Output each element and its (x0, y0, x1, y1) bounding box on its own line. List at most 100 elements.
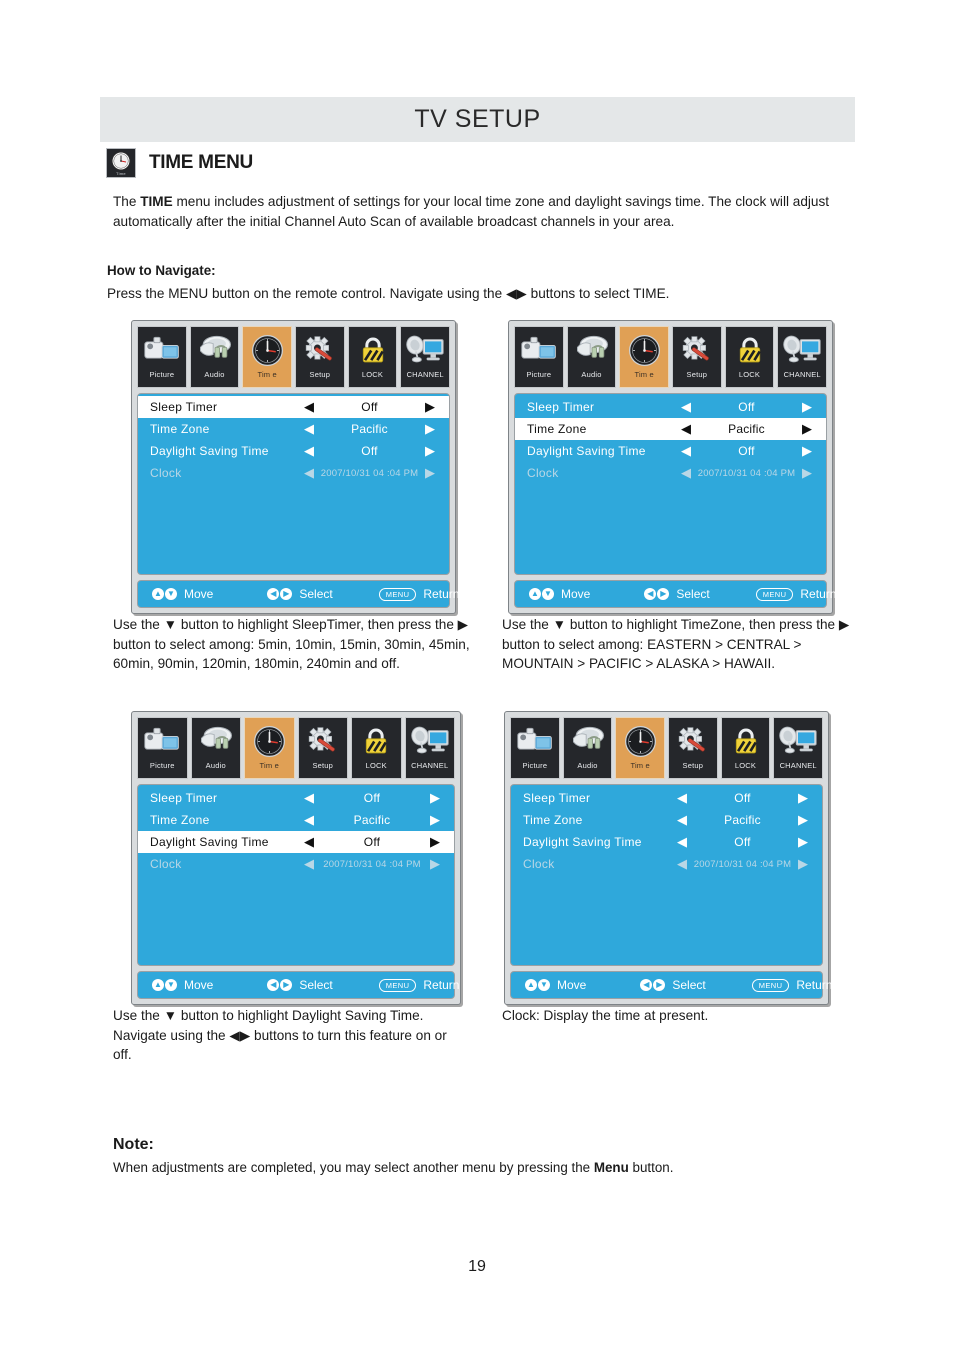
updown-arrows-icon: ▲ ▼ (152, 979, 177, 991)
osd-row[interactable]: Sleep Timer ◀ Off ▶ (138, 787, 454, 809)
arrow-left-icon[interactable]: ◀ (673, 790, 691, 806)
footer-move-group[interactable]: ▲ ▼ Move (152, 587, 213, 601)
arrow-left-icon[interactable]: ◀ (300, 790, 318, 806)
osd-row[interactable]: Sleep Timer ◀ Off ▶ (511, 787, 822, 809)
arrow-left-icon[interactable]: ◀ (300, 834, 318, 850)
arrow-right-icon[interactable]: ▶ (421, 421, 439, 437)
osd-tab-setup-gear-icon[interactable]: Setup (668, 717, 718, 779)
osd-tab-label: Picture (522, 761, 548, 770)
arrow-left-icon[interactable]: ◀ (300, 399, 318, 415)
osd-row[interactable]: Sleep Timer ◀ Off ▶ (515, 396, 826, 418)
osd-tab-setup-gear-icon[interactable]: Setup (672, 326, 722, 388)
osd-tab-lock-icon[interactable]: LOCK (720, 717, 771, 779)
osd-tab-clock-icon[interactable]: Tim e (619, 326, 670, 388)
osd-row[interactable]: Clock ◀ 2007/10/31 04 :04 PM ▶ (138, 462, 449, 484)
osd-row[interactable]: Clock ◀ 2007/10/31 04 :04 PM ▶ (511, 853, 822, 875)
osd-row[interactable]: Daylight Saving Time ◀ Off ▶ (138, 831, 454, 853)
osd-row[interactable]: Time Zone ◀ Pacific ▶ (511, 809, 822, 831)
footer-select-group[interactable]: ◀ ▶ Select (640, 978, 706, 992)
panel-daylight-saving[interactable]: Picture Audio Tim e Setup LOCK CHANNEL S… (131, 711, 461, 1005)
osd-row-label: Sleep Timer (150, 791, 218, 805)
osd-row[interactable]: Clock ◀ 2007/10/31 04 :04 PM ▶ (138, 853, 454, 875)
arrow-right-icon[interactable]: ▶ (798, 421, 816, 437)
intro-text-a: The (113, 194, 141, 209)
arrow-right-icon[interactable]: ▶ (798, 465, 816, 481)
footer-move-group[interactable]: ▲ ▼ Move (529, 587, 590, 601)
osd-tab-lock-icon[interactable]: LOCK (351, 717, 402, 779)
osd-tab-clock-icon[interactable]: Tim e (615, 717, 666, 779)
footer-return-group[interactable]: MENU Return (755, 587, 836, 601)
osd-row[interactable]: Time Zone ◀ Pacific ▶ (515, 418, 826, 440)
osd-tab-setup-gear-icon[interactable]: Setup (295, 326, 345, 388)
osd-tab-setup-gear-icon[interactable]: Setup (297, 717, 348, 779)
arrow-left-icon[interactable]: ◀ (300, 465, 318, 481)
arrow-left-icon[interactable]: ◀ (300, 812, 318, 828)
arrow-right-icon[interactable]: ▶ (421, 465, 439, 481)
arrow-right-icon[interactable]: ▶ (421, 399, 439, 415)
arrow-right-icon[interactable]: ▶ (794, 812, 812, 828)
osd-tab-audio-icon[interactable]: Audio (189, 326, 240, 388)
arrow-left-icon[interactable]: ◀ (677, 399, 695, 415)
arrow-left-icon[interactable]: ◀ (677, 421, 695, 437)
osd-row[interactable]: Time Zone ◀ Pacific ▶ (138, 809, 454, 831)
osd-tab-clock-icon[interactable]: Tim e (242, 326, 293, 388)
osd-tab-picture-icon[interactable]: Picture (514, 326, 564, 388)
osd-row[interactable]: Daylight Saving Time ◀ Off ▶ (515, 440, 826, 462)
panel-clock[interactable]: Picture Audio Tim e Setup LOCK CHANNEL S… (504, 711, 832, 1005)
arrow-left-icon[interactable]: ◀ (673, 812, 691, 828)
arrow-right-icon[interactable]: ▶ (794, 856, 812, 872)
osd-row[interactable]: Clock ◀ 2007/10/31 04 :04 PM ▶ (515, 462, 826, 484)
arrow-right-icon[interactable]: ▶ (426, 834, 444, 850)
osd-row[interactable]: Daylight Saving Time ◀ Off ▶ (511, 831, 822, 853)
arrow-right-icon[interactable]: ▶ (794, 834, 812, 850)
osd-tab-picture-icon[interactable]: Picture (510, 717, 560, 779)
arrow-left-icon[interactable]: ◀ (673, 856, 691, 872)
panel-time-zone[interactable]: Picture Audio Tim e Setup LOCK CHANNEL S… (508, 320, 836, 614)
osd-tab-channel-icon[interactable]: CHANNEL (400, 326, 451, 388)
osd-tab-clock-icon[interactable]: Tim e (244, 717, 295, 779)
osd-tab-picture-icon[interactable]: Picture (137, 717, 188, 779)
footer-move-group[interactable]: ▲ ▼ Move (152, 978, 213, 992)
arrow-left-icon[interactable]: ◀ (673, 834, 691, 850)
arrow-right-icon[interactable]: ▶ (426, 812, 444, 828)
clock-icon (628, 330, 661, 370)
osd-tab-channel-icon[interactable]: CHANNEL (404, 717, 455, 779)
intro-paragraph: The TIME menu includes adjustment of set… (113, 192, 883, 231)
osd-tab-channel-icon[interactable]: CHANNEL (773, 717, 824, 779)
osd-settings-list: Sleep Timer ◀ Off ▶ Time Zone ◀ Pacific … (514, 393, 827, 575)
osd-row-value: Off (738, 400, 755, 414)
arrow-right-icon[interactable]: ▶ (798, 399, 816, 415)
osd-tab-audio-icon[interactable]: Audio (190, 717, 241, 779)
osd-row[interactable]: Sleep Timer ◀ Off ▶ (138, 396, 449, 418)
footer-return-group[interactable]: MENU Return (751, 978, 832, 992)
osd-tab-audio-icon[interactable]: Audio (566, 326, 617, 388)
osd-footer: ▲ ▼ Move ◀ ▶ Select MENU Return (137, 580, 459, 608)
osd-tab-lock-icon[interactable]: LOCK (347, 326, 398, 388)
footer-return-group[interactable]: MENU Return (378, 978, 459, 992)
panel-sleep-timer[interactable]: Picture Audio Tim e Setup LOCK CHANNEL S… (131, 320, 459, 614)
arrow-left-icon[interactable]: ◀ (300, 856, 318, 872)
arrow-left-icon[interactable]: ◀ (677, 465, 695, 481)
arrow-left-icon[interactable]: ◀ (300, 421, 318, 437)
arrow-right-icon[interactable]: ▶ (421, 443, 439, 459)
osd-row[interactable]: Time Zone ◀ Pacific ▶ (138, 418, 449, 440)
osd-row-label: Clock (527, 466, 559, 480)
arrow-right-icon[interactable]: ▶ (794, 790, 812, 806)
arrow-left-icon[interactable]: ◀ (300, 443, 318, 459)
osd-tab-audio-icon[interactable]: Audio (562, 717, 613, 779)
osd-tab-picture-icon[interactable]: Picture (137, 326, 187, 388)
arrow-left-icon[interactable]: ◀ (677, 443, 695, 459)
footer-return-group[interactable]: MENU Return (378, 587, 459, 601)
osd-tab-lock-icon[interactable]: LOCK (724, 326, 775, 388)
arrow-right-icon[interactable]: ▶ (426, 790, 444, 806)
arrow-right-icon[interactable]: ▶ (426, 856, 444, 872)
osd-tab-label: Setup (686, 370, 708, 379)
footer-select-group[interactable]: ◀ ▶ Select (644, 587, 710, 601)
footer-select-group[interactable]: ◀ ▶ Select (267, 587, 333, 601)
footer-move-group[interactable]: ▲ ▼ Move (525, 978, 586, 992)
osd-row-label: Time Zone (150, 422, 210, 436)
arrow-right-icon[interactable]: ▶ (798, 443, 816, 459)
osd-row[interactable]: Daylight Saving Time ◀ Off ▶ (138, 440, 449, 462)
footer-select-group[interactable]: ◀ ▶ Select (267, 978, 333, 992)
osd-tab-channel-icon[interactable]: CHANNEL (777, 326, 828, 388)
